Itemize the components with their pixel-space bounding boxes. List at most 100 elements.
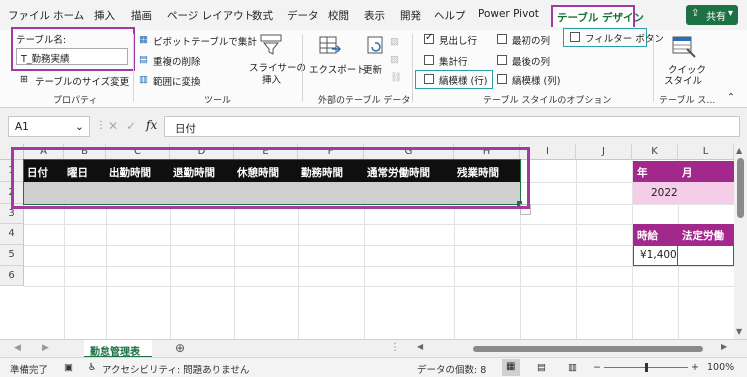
page-layout-view-icon[interactable]: ▤ — [537, 362, 546, 373]
menu-help[interactable]: ヘルプ — [434, 8, 466, 23]
collapse-ribbon-icon[interactable]: ⌃ — [727, 92, 735, 103]
export-button[interactable]: エクスポート — [309, 62, 366, 76]
hourly-wage-header-cell[interactable]: 時給 — [633, 224, 678, 245]
more-icon: ⋮ — [390, 342, 400, 353]
header-row-checkbox[interactable] — [424, 32, 434, 44]
gridline — [24, 245, 734, 246]
scroll-right-icon[interactable]: ▶ — [721, 342, 727, 351]
row-header-6[interactable]: 6 — [0, 266, 24, 286]
enter-icon[interactable]: ✓ — [126, 119, 136, 133]
menu-power-pivot[interactable]: Power Pivot — [478, 8, 539, 20]
zoom-out-icon[interactable]: − — [593, 362, 601, 373]
refresh-button[interactable]: 更新 — [363, 62, 382, 76]
year-value-cell[interactable]: 2022 — [633, 182, 678, 204]
tab-table-design[interactable]: テーブル デザイン — [551, 5, 644, 27]
vertical-scrollbar[interactable]: ▲ ▼ — [734, 144, 747, 339]
scroll-down-icon[interactable]: ▼ — [736, 327, 742, 336]
status-bar: 準備完了 ▣ ♿ アクセシビリティ: 問題ありません データの個数: 8 ▦ ▤… — [0, 357, 747, 377]
chevron-down-icon[interactable]: ⌄ — [75, 121, 84, 133]
resize-table-button[interactable]: テーブルのサイズ変更 — [35, 74, 129, 88]
legal-hours-value-cell[interactable] — [678, 245, 734, 266]
cancel-icon[interactable]: ✕ — [108, 119, 118, 133]
table-callout-highlight — [11, 147, 530, 209]
refresh-icon — [365, 35, 385, 57]
cell-reference: A1 — [15, 121, 29, 133]
menu-formulas[interactable]: 数式 — [252, 8, 273, 23]
add-sheet-icon[interactable]: ⊕ — [175, 341, 185, 355]
filter-button-checkbox[interactable] — [570, 32, 580, 42]
scrollbar-thumb[interactable] — [737, 158, 744, 218]
hourly-wage-value-cell[interactable]: ¥1,400 — [633, 245, 678, 266]
convert-to-range-icon: ▥ — [139, 74, 148, 85]
page-break-view-icon[interactable]: ▥ — [568, 362, 577, 373]
horizontal-scrollbar[interactable]: ◀ ▶ — [415, 342, 733, 354]
menu-data[interactable]: データ — [287, 8, 319, 23]
slicer-button-line2[interactable]: 挿入 — [262, 72, 281, 86]
scroll-up-icon[interactable]: ▲ — [736, 146, 742, 155]
remove-duplicates-icon: ▤ — [139, 54, 148, 65]
year-header-cell[interactable]: 年 — [633, 161, 678, 182]
menu-home[interactable]: ホーム — [53, 8, 84, 23]
macro-record-icon[interactable]: ▣ — [64, 362, 73, 373]
insert-function-icon[interactable]: fx — [146, 118, 157, 132]
menu-draw[interactable]: 描画 — [131, 8, 152, 23]
menu-view[interactable]: 表示 — [364, 8, 385, 23]
column-header-k[interactable]: K — [632, 144, 678, 160]
month-value-cell[interactable] — [678, 182, 734, 204]
banded-columns-checkbox[interactable] — [497, 74, 507, 84]
more-options-icon: ⋮ — [96, 120, 106, 131]
normal-view-button[interactable]: ▦ — [502, 359, 520, 376]
pivot-table-icon: ▦ — [139, 34, 148, 45]
grid-view-icon: ▦ — [506, 361, 516, 372]
banded-rows-label: 縞模様 (行) — [439, 76, 488, 87]
group-label-properties: プロパティ — [53, 96, 98, 106]
zoom-level[interactable]: 100% — [707, 362, 734, 373]
horizontal-scrollbar-thumb[interactable] — [473, 346, 703, 352]
accessibility-icon[interactable]: ♿ — [88, 362, 97, 373]
column-header-j[interactable]: J — [576, 144, 632, 160]
worksheet-grid[interactable]: A B C D E F G H I J K L 1 2 3 4 5 6 日付 曜… — [0, 144, 747, 340]
group-label-table-styles: テーブル ス… — [659, 96, 716, 106]
gridline — [576, 160, 577, 340]
formula-input[interactable]: 日付 — [164, 116, 740, 137]
ready-status: 準備完了 — [10, 365, 49, 376]
sheet-tab-attendance[interactable]: 勤怠管理表 — [84, 340, 152, 358]
convert-to-range-button[interactable]: 範囲に変換 — [153, 74, 201, 88]
column-header-l[interactable]: L — [678, 144, 734, 160]
legal-hours-header-cell[interactable]: 法定労働 — [678, 224, 734, 245]
pivot-table-button[interactable]: ピボットテーブルで集計 — [153, 34, 257, 48]
zoom-in-icon[interactable]: + — [691, 362, 699, 373]
quick-styles-button-line2[interactable]: スタイル — [664, 73, 702, 87]
menu-page-layout[interactable]: ページ レイアウト — [167, 8, 254, 23]
tab-table-design-label: テーブル デザイン — [557, 12, 645, 24]
zoom-slider-thumb[interactable] — [645, 363, 648, 372]
row-header-4[interactable]: 4 — [0, 224, 24, 245]
scroll-left-icon[interactable]: ◀ — [417, 342, 423, 351]
group-label-style-options: テーブル スタイルのオプション — [483, 96, 612, 106]
last-column-checkbox[interactable] — [497, 55, 507, 65]
share-caret-icon: ▾ — [728, 8, 734, 19]
table-name-input[interactable]: T_勤務実績 — [16, 48, 128, 65]
total-row-label: 集計行 — [439, 57, 468, 68]
menu-file[interactable]: ファイル — [8, 8, 50, 23]
row-header-5[interactable]: 5 — [0, 245, 24, 266]
accessibility-status[interactable]: アクセシビリティ: 問題ありません — [102, 362, 249, 376]
remove-duplicates-button[interactable]: 重複の削除 — [153, 54, 201, 68]
month-header-cell[interactable]: 月 — [678, 161, 734, 182]
first-column-checkbox[interactable] — [497, 34, 507, 44]
group-label-tools: ツール — [204, 96, 232, 106]
share-button[interactable]: ⇪ 共有 ▾ — [686, 5, 738, 25]
banded-rows-checkbox[interactable] — [424, 74, 434, 84]
name-box[interactable]: A1 ⌄ — [8, 116, 90, 137]
banded-columns-label: 縞模様 (列) — [512, 76, 561, 87]
total-row-checkbox[interactable] — [424, 55, 434, 65]
share-icon: ⇪ — [691, 8, 700, 19]
group-separator — [412, 34, 413, 102]
properties-icon: ▧ — [390, 36, 399, 47]
menu-developer[interactable]: 開発 — [400, 8, 421, 23]
menu-review[interactable]: 校閲 — [328, 8, 349, 23]
menu-insert[interactable]: 挿入 — [94, 8, 115, 23]
next-sheet-icon[interactable]: ▶ — [42, 343, 49, 353]
prev-sheet-icon[interactable]: ◀ — [14, 343, 21, 353]
count-status: データの個数: 8 — [417, 365, 487, 376]
